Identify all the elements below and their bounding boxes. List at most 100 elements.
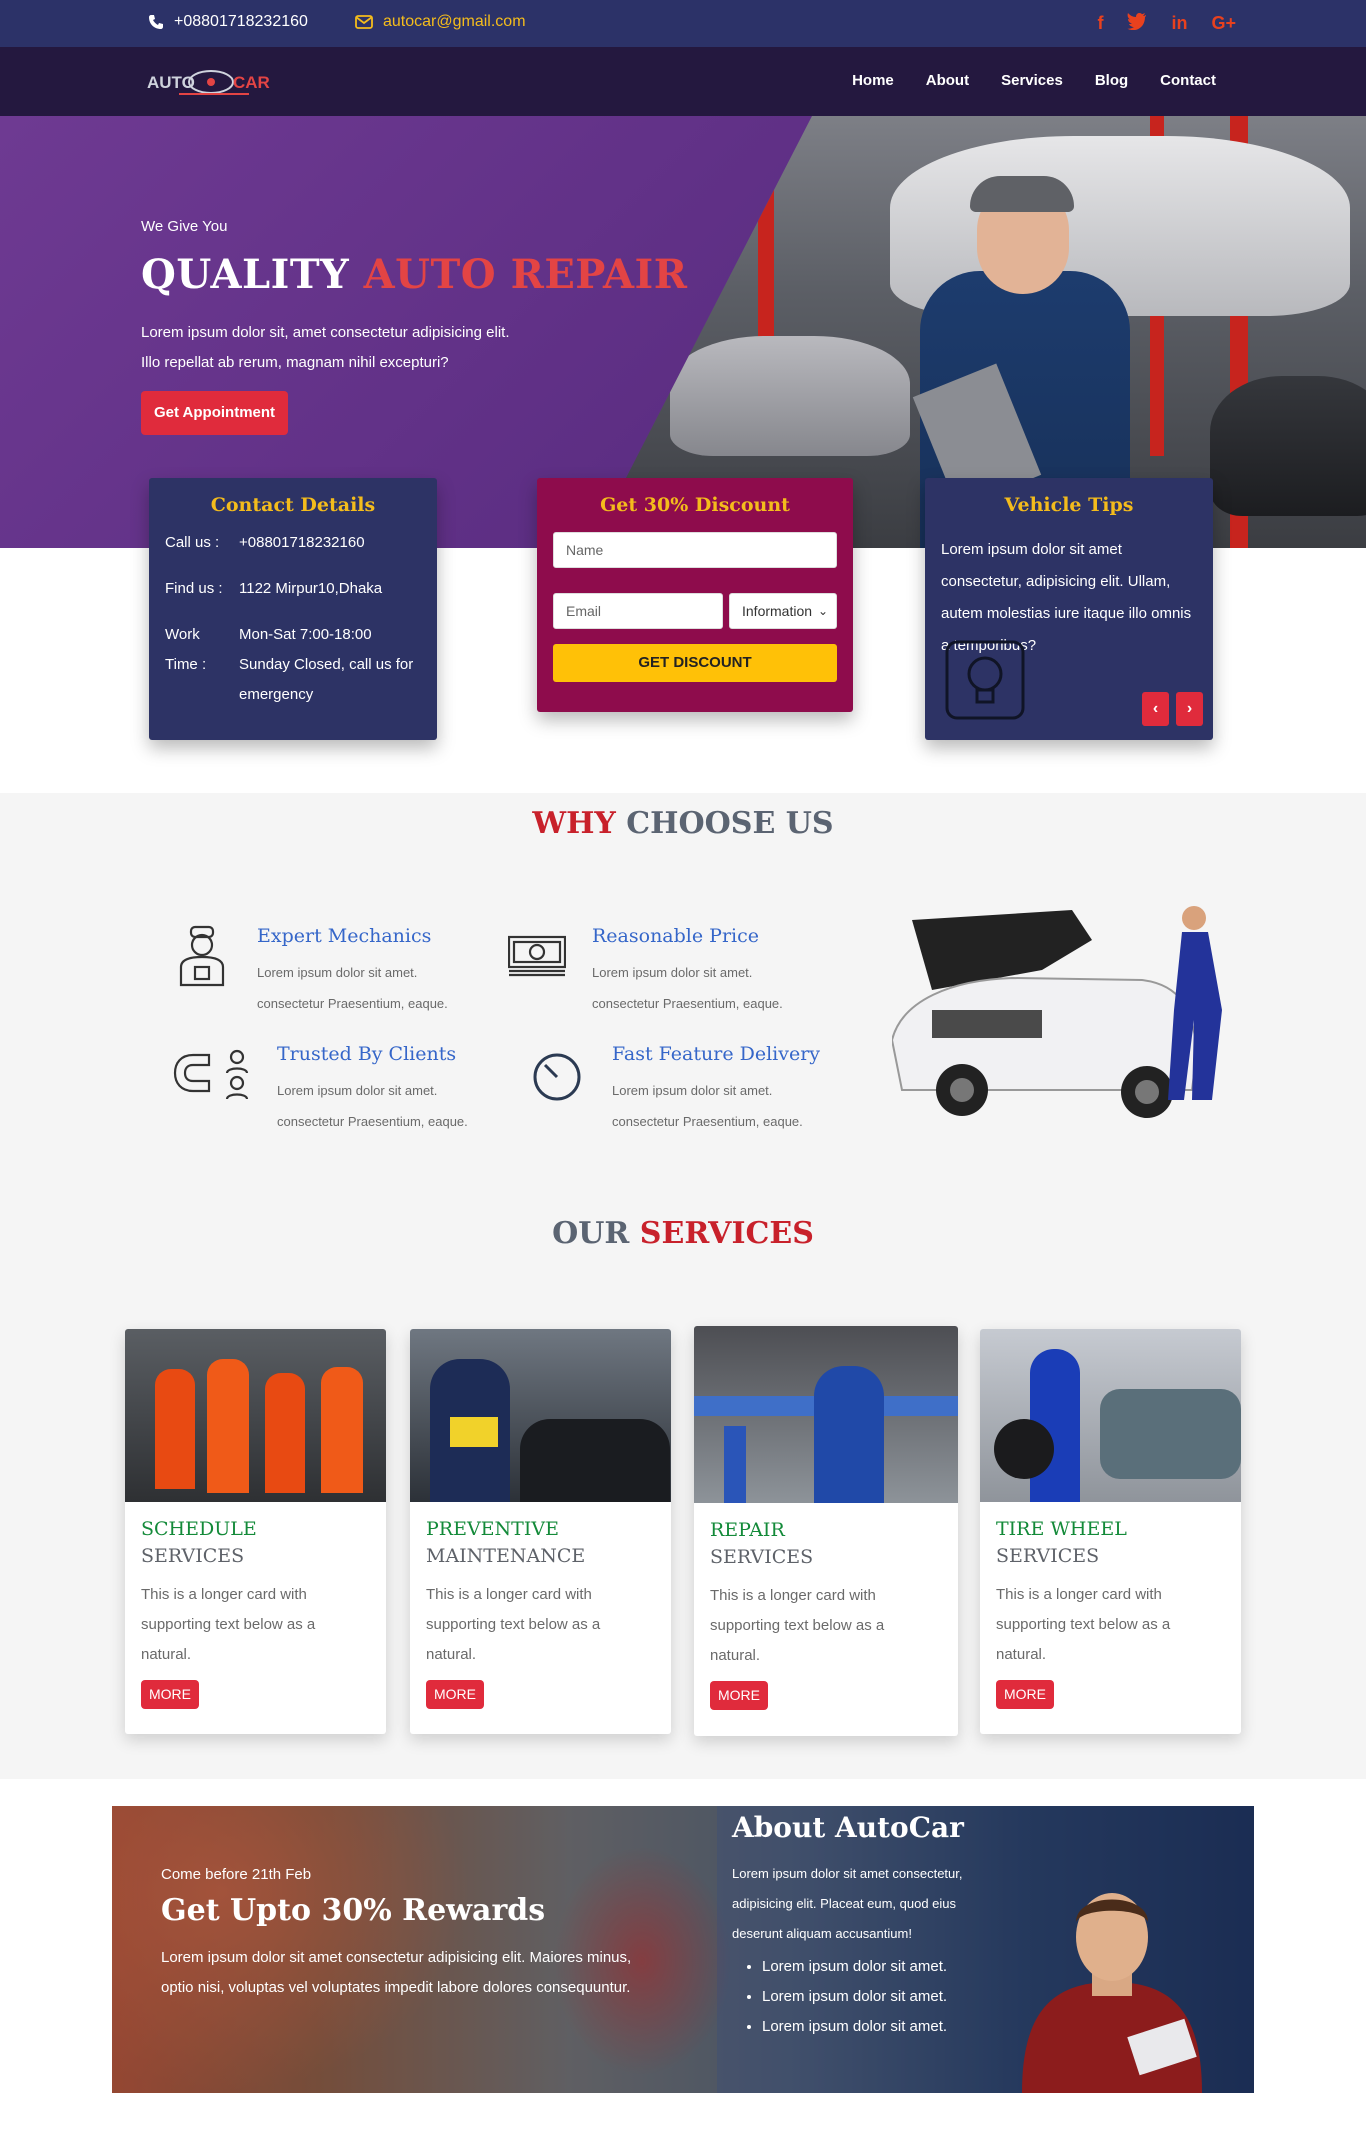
timer-icon [528, 1043, 586, 1105]
select-value: Information [742, 603, 813, 619]
lightbulb-icon [945, 640, 1025, 725]
feature-trusted-by-clients: Trusted By Clients Lorem ipsum dolor sit… [173, 1043, 487, 1137]
service-title: REPAIR SERVICES [710, 1519, 814, 1568]
top-phone-text: +08801718232160 [174, 13, 308, 30]
feature-fast-delivery: Fast Feature Delivery Lorem ipsum dolor … [528, 1043, 822, 1137]
rewards-date-text: Come before 21th Feb [161, 1866, 312, 1883]
work-label-line2: Time : [165, 656, 207, 673]
feature-title: Expert Mechanics [257, 925, 432, 947]
feature-text: Lorem ipsum dolor sit amet. consectetur P… [277, 1083, 468, 1129]
hero-desc-line1: Lorem ipsum dolor sit, amet consectetur … [141, 324, 510, 341]
service-image [125, 1329, 386, 1502]
contact-find-row: Find us : 1122 Mirpur10,Dhaka [165, 574, 437, 604]
nav-services[interactable]: Services [1001, 72, 1063, 89]
service-text: This is a longer card with supporting te… [996, 1586, 1171, 1663]
autocar-logo[interactable]: AUTO CAR [145, 67, 285, 101]
rewards-title: Get Upto 30% Rewards [161, 1893, 546, 1928]
smiling-mechanic-photo [1012, 1862, 1212, 2093]
feature-text: Lorem ipsum dolor sit amet. consectetur P… [257, 965, 448, 1011]
tips-card-title: Vehicle Tips [1004, 494, 1134, 516]
work-label-line1: Work [165, 626, 200, 643]
hero-title-white: QUALITY [141, 251, 350, 298]
about-list: Lorem ipsum dolor sit amet. Lorem ipsum … [762, 1952, 947, 2042]
mechanic-icon [173, 925, 231, 987]
get-discount-button[interactable]: GET DISCOUNT [553, 644, 837, 682]
more-button[interactable]: MORE [710, 1681, 768, 1710]
envelope-icon [355, 15, 373, 29]
call-value[interactable]: +08801718232160 [239, 528, 429, 558]
service-title: PREVENTIVE MAINTENANCE [426, 1518, 586, 1567]
our-services-title: OUR SERVICES [0, 1216, 1366, 1251]
discount-card-title: Get 30% Discount [600, 494, 790, 516]
tips-carousel-nav: ‹ › [1142, 692, 1203, 726]
feature-expert-mechanics: Expert Mechanics Lorem ipsum dolor sit a… [173, 925, 467, 1019]
work-label: Work Time : [165, 620, 239, 710]
service-text: This is a longer card with supporting te… [710, 1587, 885, 1664]
more-button[interactable]: MORE [996, 1680, 1054, 1709]
services-title-grey: OUR [552, 1216, 630, 1251]
service-title: TIRE WHEEL SERVICES [996, 1518, 1127, 1567]
google-plus-icon[interactable]: G+ [1211, 12, 1236, 34]
phone-icon [148, 14, 164, 30]
rewards-about-banner: Come before 21th Feb Get Upto 30% Reward… [112, 1806, 1254, 2093]
nav-home[interactable]: Home [852, 72, 894, 89]
feature-title: Fast Feature Delivery [612, 1043, 821, 1065]
social-links: f in G+ [1097, 12, 1236, 34]
top-email[interactable]: autocar@gmail.com [355, 13, 526, 31]
about-list-item: Lorem ipsum dolor sit amet. [762, 1952, 947, 1982]
feature-reasonable-price: Reasonable Price Lorem ipsum dolor sit a… [507, 925, 802, 1019]
top-bar: +08801718232160 autocar@gmail.com f in G… [0, 0, 1366, 47]
about-title: About AutoCar [732, 1811, 964, 1844]
car-mechanic-photo [890, 900, 1244, 1124]
chevron-down-icon: ⌄ [817, 604, 828, 618]
service-card-schedule[interactable]: SCHEDULE SERVICES This is a longer card … [125, 1329, 386, 1734]
hero-desc-line2: Illo repellat ab rerum, magnam nihil exc… [141, 354, 449, 371]
prev-arrow-icon[interactable]: ‹ [1142, 692, 1169, 726]
contact-card-title: Contact Details [210, 494, 376, 516]
feature-title: Reasonable Price [592, 925, 759, 947]
feature-title: Trusted By Clients [277, 1043, 457, 1065]
facebook-icon[interactable]: f [1097, 12, 1103, 34]
svg-text:AUTO: AUTO [147, 73, 195, 92]
contact-details-card: Contact Details Call us : +0880171823216… [149, 478, 437, 740]
contact-work-row: Work Time : Mon-Sat 7:00-18:00 Sunday Cl… [165, 620, 437, 710]
more-button[interactable]: MORE [141, 1680, 199, 1709]
service-text: This is a longer card with supporting te… [426, 1586, 601, 1663]
nav-blog[interactable]: Blog [1095, 72, 1128, 89]
about-list-item: Lorem ipsum dolor sit amet. [762, 1982, 947, 2012]
linkedin-icon[interactable]: in [1171, 12, 1187, 34]
top-email-text: autocar@gmail.com [383, 13, 526, 30]
nav-menu: Home About Services Blog Contact [852, 72, 1216, 89]
service-title: SCHEDULE SERVICES [141, 1518, 257, 1567]
top-phone[interactable]: +08801718232160 [148, 13, 308, 31]
vehicle-tips-card: Vehicle Tips Lorem ipsum dolor sit amet … [925, 478, 1213, 740]
hero-tagline: We Give You [141, 218, 228, 235]
next-arrow-icon[interactable]: › [1176, 692, 1203, 726]
service-card-tire-wheel[interactable]: TIRE WHEEL SERVICES This is a longer car… [980, 1329, 1241, 1734]
main-navbar: AUTO CAR Home About Services Blog Contac… [0, 47, 1366, 116]
service-image [694, 1326, 958, 1503]
information-select[interactable]: Information ⌄ [729, 593, 837, 629]
work-value-line1: Mon-Sat 7:00-18:00 [239, 626, 372, 643]
service-card-repair[interactable]: REPAIR SERVICES This is a longer card wi… [694, 1326, 958, 1736]
more-button[interactable]: MORE [426, 1680, 484, 1709]
work-value: Mon-Sat 7:00-18:00 Sunday Closed, call u… [239, 620, 429, 710]
magnet-clients-icon [173, 1043, 251, 1105]
money-icon [507, 925, 567, 987]
email-input[interactable]: Email [553, 593, 723, 629]
about-description: Lorem ipsum dolor sit amet consectetur, … [732, 1866, 963, 1941]
feature-text: Lorem ipsum dolor sit amet. consectetur P… [592, 965, 783, 1011]
find-value: 1122 Mirpur10,Dhaka [239, 580, 383, 597]
hero-title-red: AUTO REPAIR [363, 251, 688, 298]
nav-about[interactable]: About [926, 72, 969, 89]
service-image [410, 1329, 671, 1502]
twitter-icon[interactable] [1127, 12, 1147, 34]
why-title-grey: CHOOSE US [626, 806, 834, 841]
nav-contact[interactable]: Contact [1160, 72, 1216, 89]
name-input[interactable]: Name [553, 532, 837, 568]
service-card-preventive[interactable]: PREVENTIVE MAINTENANCE This is a longer … [410, 1329, 671, 1734]
why-choose-us-title: WHY CHOOSE US [0, 806, 1366, 841]
discount-card: Get 30% Discount Name Email Information … [537, 478, 853, 712]
get-appointment-button[interactable]: Get Appointment [141, 391, 288, 435]
discount-form: Name Email Information ⌄ GET DISCOUNT [537, 516, 853, 682]
